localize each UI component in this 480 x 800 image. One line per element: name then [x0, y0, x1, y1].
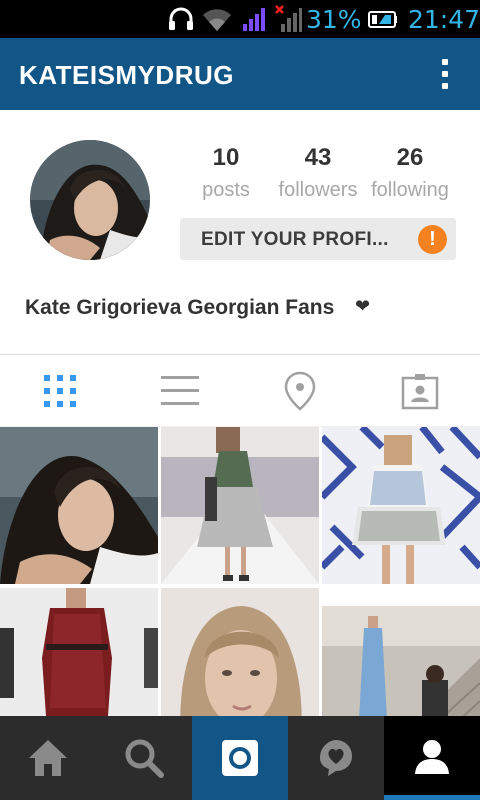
profile-icon — [415, 740, 449, 774]
app-bar: KATEISMYDRUG — [0, 38, 480, 110]
signal-icon — [242, 0, 268, 38]
home-icon — [29, 740, 67, 776]
nav-activity-button[interactable] — [288, 716, 384, 800]
camera-icon — [222, 740, 258, 776]
followers-label: followers — [278, 179, 358, 201]
location-pin-icon — [284, 371, 316, 411]
followers-count: 43 — [304, 144, 332, 171]
stat-posts[interactable]: 10 posts — [176, 144, 276, 202]
grid-photo[interactable] — [161, 427, 319, 584]
status-bar: 31% 21:47 — [0, 0, 480, 38]
grid-photo[interactable] — [0, 427, 158, 584]
portrait-photo — [0, 427, 158, 584]
runway-white-dress-photo — [161, 427, 319, 584]
battery-icon — [368, 0, 398, 38]
signal-no-service-icon — [275, 0, 303, 38]
nav-home-button[interactable] — [0, 716, 96, 800]
heart-icon: ❤ — [355, 296, 371, 316]
alert-icon: ! — [418, 225, 447, 254]
profile-full-name: Kate Grigorieva Georgian Fans — [25, 296, 335, 319]
tab-grid[interactable] — [0, 356, 120, 426]
nav-profile-button[interactable] — [384, 716, 480, 800]
following-label: following — [371, 179, 449, 201]
stat-followers[interactable]: 43 followers — [268, 144, 368, 202]
clock: 21:47 — [408, 5, 480, 34]
posts-label: posts — [202, 179, 250, 201]
nav-search-button[interactable] — [96, 716, 192, 800]
edit-profile-label: EDIT YOUR PROFI... — [201, 229, 389, 250]
headphones-icon — [168, 0, 194, 38]
list-icon — [161, 376, 199, 405]
profile-username: KATEISMYDRUG — [19, 60, 234, 90]
activity-heart-icon — [320, 740, 352, 776]
search-icon — [125, 739, 164, 778]
nav-camera-button[interactable] — [192, 716, 288, 800]
bottom-navigation — [0, 716, 480, 800]
overflow-menu-button[interactable] — [425, 50, 465, 98]
overflow-menu-icon — [442, 59, 448, 65]
divider — [0, 354, 480, 355]
tab-tagged[interactable] — [360, 356, 480, 426]
patterned-dress-photo — [322, 427, 480, 584]
grid-icon — [44, 375, 76, 407]
tab-places[interactable] — [240, 356, 360, 426]
wifi-icon — [202, 0, 232, 38]
grid-photo[interactable] — [322, 427, 480, 584]
tagged-photos-icon — [401, 374, 439, 410]
stat-following[interactable]: 26 following — [360, 144, 460, 202]
avatar[interactable] — [30, 140, 150, 260]
edit-profile-button[interactable]: EDIT YOUR PROFI... ! — [180, 218, 456, 260]
tab-list[interactable] — [120, 356, 240, 426]
battery-percent: 31% — [306, 5, 362, 34]
following-count: 26 — [396, 144, 424, 171]
posts-count: 10 — [212, 144, 240, 171]
